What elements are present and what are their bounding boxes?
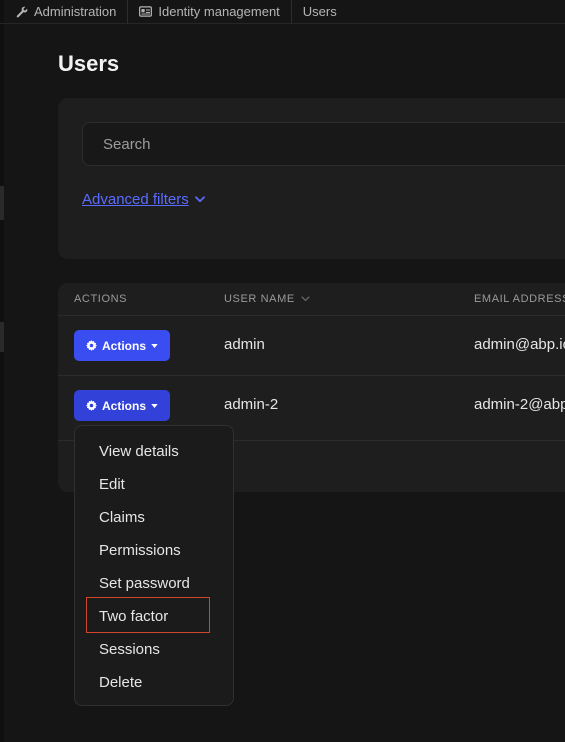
username-cell: admin [224, 336, 265, 353]
menu-item-edit[interactable]: Edit [75, 468, 233, 501]
wrench-icon [16, 6, 28, 17]
actions-button-label: Actions [101, 338, 146, 353]
menu-item-set-password[interactable]: Set password [75, 567, 233, 600]
column-header-email[interactable]: EMAIL ADDRESS [474, 293, 565, 305]
advanced-filters-link[interactable]: Advanced filters [82, 191, 205, 208]
breadcrumb-item-users: Users [292, 0, 348, 24]
email-cell: admin@abp.io [474, 336, 565, 353]
page-title: Users [58, 51, 120, 76]
advanced-filters-label: Advanced filters [82, 191, 189, 208]
actions-button-label: Actions [101, 398, 146, 413]
left-strip-mark [0, 186, 4, 220]
table-row: Actions admin admin@abp.io [58, 316, 565, 376]
chevron-down-icon [194, 196, 205, 203]
menu-item-two-factor[interactable]: Two factor [75, 600, 233, 633]
caret-down-icon [151, 403, 158, 408]
column-header-label: EMAIL ADDRESS [474, 293, 565, 305]
menu-item-sessions[interactable]: Sessions [75, 633, 233, 666]
gear-icon [85, 340, 97, 351]
column-header-actions: ACTIONS [74, 293, 127, 305]
menu-item-claims[interactable]: Claims [75, 501, 233, 534]
left-strip [0, 0, 4, 742]
menu-item-delete[interactable]: Delete [75, 666, 233, 699]
email-cell: admin-2@abp.io [474, 396, 565, 413]
chevron-down-icon [301, 296, 310, 302]
id-card-icon [139, 6, 153, 17]
breadcrumb: Administration Identity management Users [0, 0, 565, 24]
breadcrumb-item-identity-management[interactable]: Identity management [128, 0, 292, 24]
search-input[interactable] [82, 122, 565, 166]
caret-down-icon [151, 343, 158, 348]
left-strip-mark [0, 322, 4, 352]
menu-item-view-details[interactable]: View details [75, 435, 233, 468]
breadcrumb-label: Identity management [158, 4, 280, 19]
menu-item-permissions[interactable]: Permissions [75, 534, 233, 567]
username-cell: admin-2 [224, 396, 279, 413]
column-header-username[interactable]: USER NAME [224, 293, 310, 305]
column-header-label: USER NAME [224, 293, 295, 305]
table-header: ACTIONS USER NAME EMAIL ADDRESS [58, 283, 565, 316]
breadcrumb-item-administration[interactable]: Administration [0, 0, 129, 24]
gear-icon [85, 400, 97, 411]
column-header-label: ACTIONS [74, 293, 128, 305]
actions-dropdown-menu: View details Edit Claims Permissions Set… [74, 425, 234, 706]
filter-card: Advanced filters [58, 98, 565, 259]
actions-button[interactable]: Actions [74, 390, 170, 421]
breadcrumb-label: Administration [34, 4, 117, 19]
actions-button[interactable]: Actions [74, 330, 170, 361]
breadcrumb-label: Users [302, 4, 337, 19]
